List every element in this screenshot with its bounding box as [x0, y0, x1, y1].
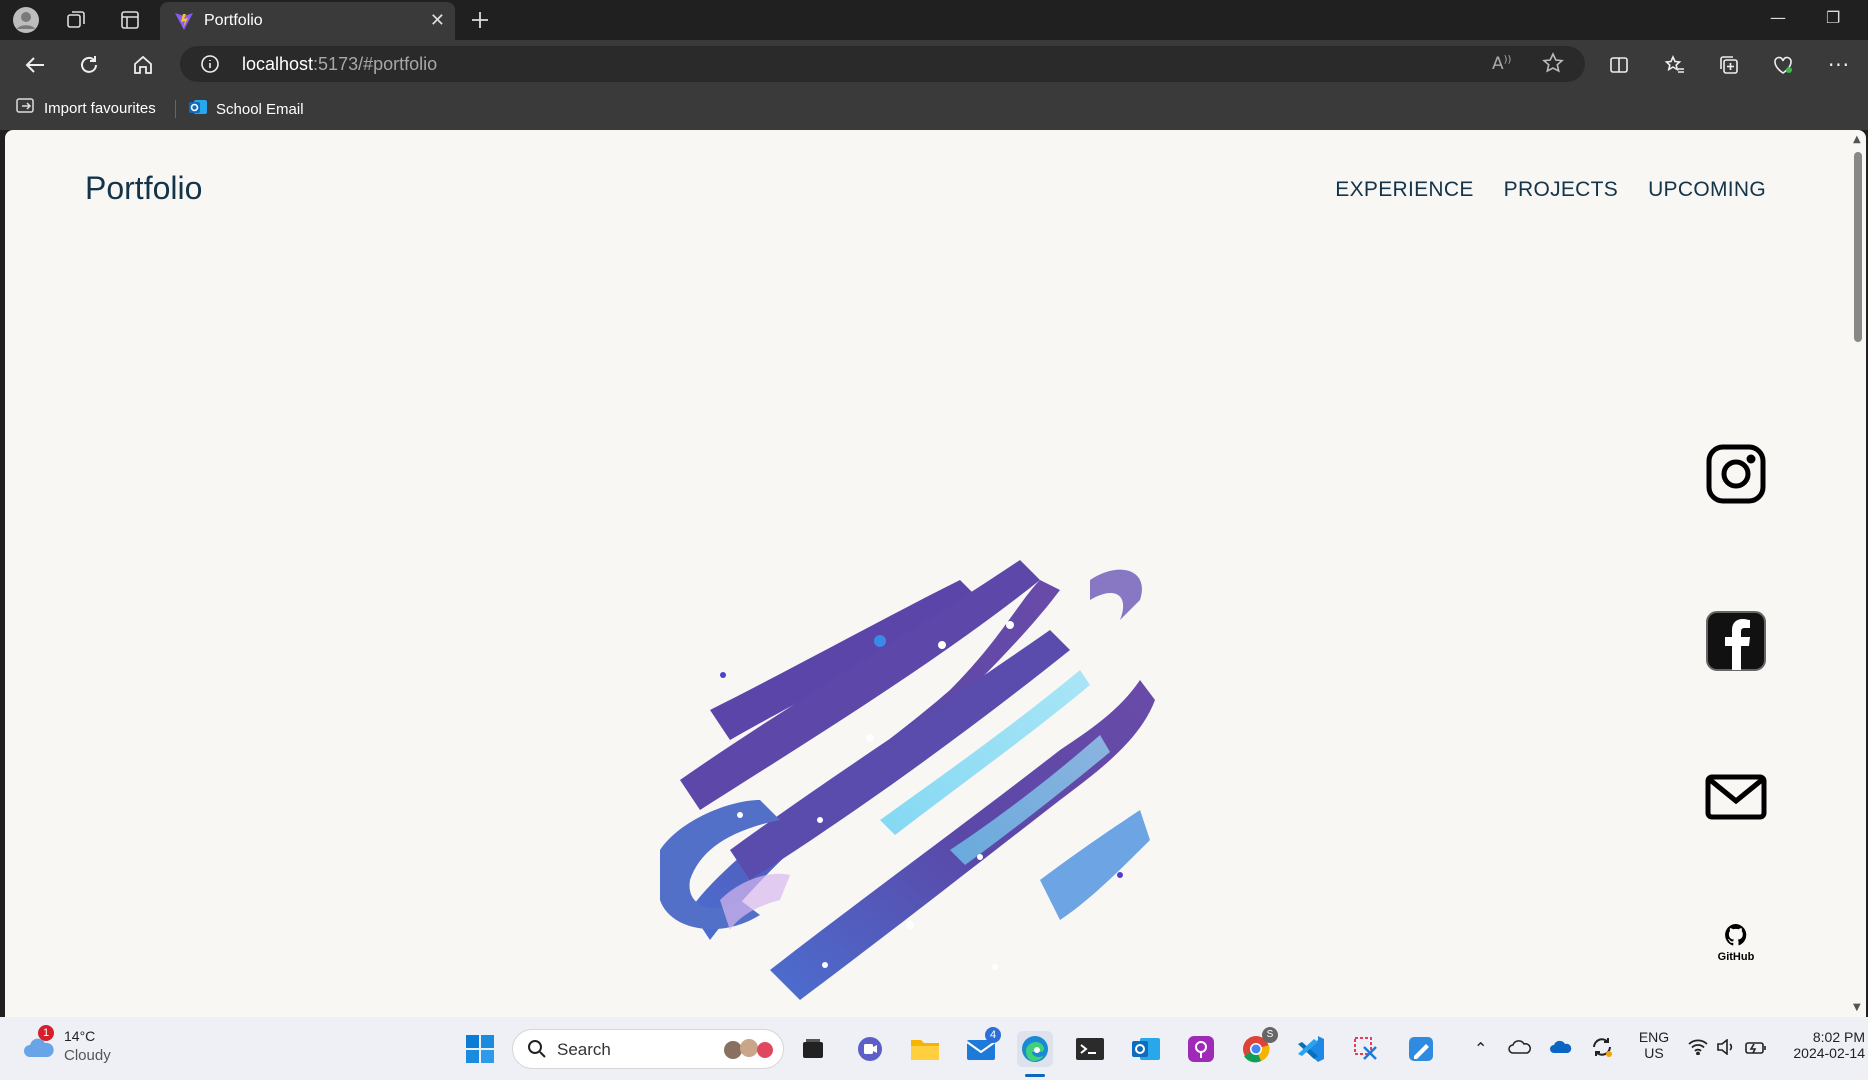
onedrive-personal-icon[interactable]: [1508, 1039, 1532, 1059]
facebook-icon: [1705, 610, 1767, 676]
browser-titlebar: Portfolio ✕ — ❐: [0, 0, 1868, 40]
facebook-link[interactable]: [1705, 610, 1767, 676]
read-aloud-icon[interactable]: A)): [1492, 54, 1511, 74]
tab-title: Portfolio: [204, 12, 263, 29]
tab-close-icon[interactable]: ✕: [430, 10, 445, 31]
split-screen-icon[interactable]: [1604, 50, 1634, 80]
github-label: GitHub: [1717, 951, 1755, 963]
mail-badge: 4: [985, 1027, 1001, 1043]
vite-favicon-icon: [174, 11, 194, 35]
favorites-bar: Import favourites School Email: [0, 88, 1868, 130]
language-indicator[interactable]: ENG US: [1636, 1029, 1672, 1061]
volume-icon[interactable]: [1716, 1038, 1736, 1059]
snipping-tool-icon[interactable]: [1348, 1031, 1384, 1067]
scrollbar-thumb[interactable]: [1854, 152, 1862, 342]
outlook-app-icon[interactable]: [1128, 1031, 1164, 1067]
site-info-icon[interactable]: [200, 54, 220, 78]
url-path: :5173/#portfolio: [313, 54, 438, 74]
email-icon: [1705, 774, 1767, 824]
minimize-icon[interactable]: —: [1770, 8, 1786, 27]
back-icon[interactable]: [20, 50, 50, 80]
favorite-star-icon[interactable]: [1542, 52, 1564, 78]
terminal-icon[interactable]: [1072, 1031, 1108, 1067]
collections-icon[interactable]: [1714, 50, 1744, 80]
new-tab-icon[interactable]: [466, 6, 494, 34]
page-viewport: Portfolio EXPERIENCE PROJECTS UPCOMING G…: [5, 130, 1866, 1017]
task-view-icon[interactable]: [795, 1031, 831, 1067]
github-icon: [1724, 923, 1748, 951]
refresh-icon[interactable]: [74, 50, 104, 80]
start-windows-icon[interactable]: [462, 1031, 498, 1067]
sync-icon[interactable]: [1590, 1035, 1614, 1063]
windows-taskbar: 1 14°C Cloudy Search 4 S ⌃ ENG US 8:02 P…: [0, 1017, 1868, 1080]
onedrive-business-icon[interactable]: [1549, 1039, 1573, 1059]
search-icon: [527, 1039, 547, 1063]
nav-experience[interactable]: EXPERIENCE: [1335, 178, 1473, 202]
teams-chat-icon[interactable]: [852, 1031, 888, 1067]
search-highlight-icon: [719, 1036, 777, 1066]
clock[interactable]: 8:02 PM 2024-02-14: [1785, 1029, 1865, 1061]
outlook-icon: [188, 97, 208, 121]
show-hidden-icons-chevron[interactable]: ⌃: [1474, 1039, 1487, 1058]
bookmark-label: Import favourites: [44, 99, 156, 117]
import-icon: [16, 97, 36, 119]
restore-icon[interactable]: ❐: [1826, 8, 1840, 27]
nav-projects[interactable]: PROJECTS: [1504, 178, 1618, 202]
weather-widget[interactable]: 1 14°C Cloudy: [22, 1025, 142, 1071]
browser-toolbar: localhost:5173/#portfolio A)) ···: [0, 40, 1868, 88]
taskbar-search[interactable]: Search: [512, 1029, 784, 1069]
tab-actions-icon[interactable]: [116, 6, 144, 34]
keyboard-region: US: [1644, 1045, 1664, 1061]
github-link[interactable]: GitHub: [1705, 920, 1767, 966]
active-app-indicator: [1025, 1074, 1045, 1077]
vscode-icon[interactable]: [1293, 1031, 1329, 1067]
edge-browser-icon[interactable]: [1017, 1031, 1053, 1077]
home-icon[interactable]: [128, 50, 158, 80]
mail-app-icon[interactable]: 4: [963, 1027, 1001, 1067]
battery-icon[interactable]: [1745, 1040, 1767, 1059]
site-nav: EXPERIENCE PROJECTS UPCOMING: [1335, 178, 1766, 202]
url-text[interactable]: localhost:5173/#portfolio: [242, 54, 437, 75]
language-code: ENG: [1638, 1029, 1670, 1045]
wifi-icon[interactable]: [1688, 1039, 1708, 1059]
instagram-link[interactable]: [1705, 443, 1767, 509]
nav-upcoming[interactable]: UPCOMING: [1648, 178, 1766, 202]
browser-essentials-icon[interactable]: [1768, 50, 1798, 80]
clock-date: 2024-02-14: [1793, 1045, 1865, 1061]
clock-time: 8:02 PM: [1812, 1029, 1865, 1045]
scroll-down-arrow-icon[interactable]: ▼: [1853, 1002, 1861, 1013]
scroll-up-arrow-icon[interactable]: ▲: [1853, 134, 1861, 145]
bookmark-label: School Email: [216, 100, 304, 118]
bookmark-divider: [175, 100, 176, 118]
bookmark-school-email[interactable]: School Email: [188, 97, 304, 121]
site-title[interactable]: Portfolio: [85, 170, 202, 207]
weather-temp: 14°C: [64, 1028, 96, 1044]
chrome-profile-badge: S: [1262, 1027, 1278, 1043]
tab-portfolio[interactable]: Portfolio ✕: [160, 2, 455, 40]
paint-app-icon[interactable]: [1403, 1031, 1439, 1067]
more-menu-icon[interactable]: ···: [1824, 50, 1854, 80]
address-bar[interactable]: localhost:5173/#portfolio A)): [180, 46, 1585, 82]
email-link[interactable]: [1705, 774, 1767, 824]
instagram-icon: [1705, 443, 1767, 509]
hero-brush-image: [620, 520, 1180, 1017]
url-host: localhost: [242, 54, 314, 74]
page-scrollbar[interactable]: ▲ ▼: [1850, 130, 1866, 1017]
weather-badge: 1: [38, 1025, 54, 1041]
chrome-icon[interactable]: S: [1238, 1027, 1278, 1067]
profile-avatar-icon[interactable]: [12, 6, 40, 34]
search-placeholder: Search: [557, 1040, 611, 1059]
file-explorer-icon[interactable]: [907, 1031, 943, 1067]
favorites-icon[interactable]: [1660, 50, 1690, 80]
weather-desc: Cloudy: [64, 1047, 111, 1064]
workspaces-icon[interactable]: [62, 6, 90, 34]
bookmark-import-favourites[interactable]: Import favourites: [16, 97, 156, 119]
podcast-app-icon[interactable]: [1183, 1031, 1219, 1067]
